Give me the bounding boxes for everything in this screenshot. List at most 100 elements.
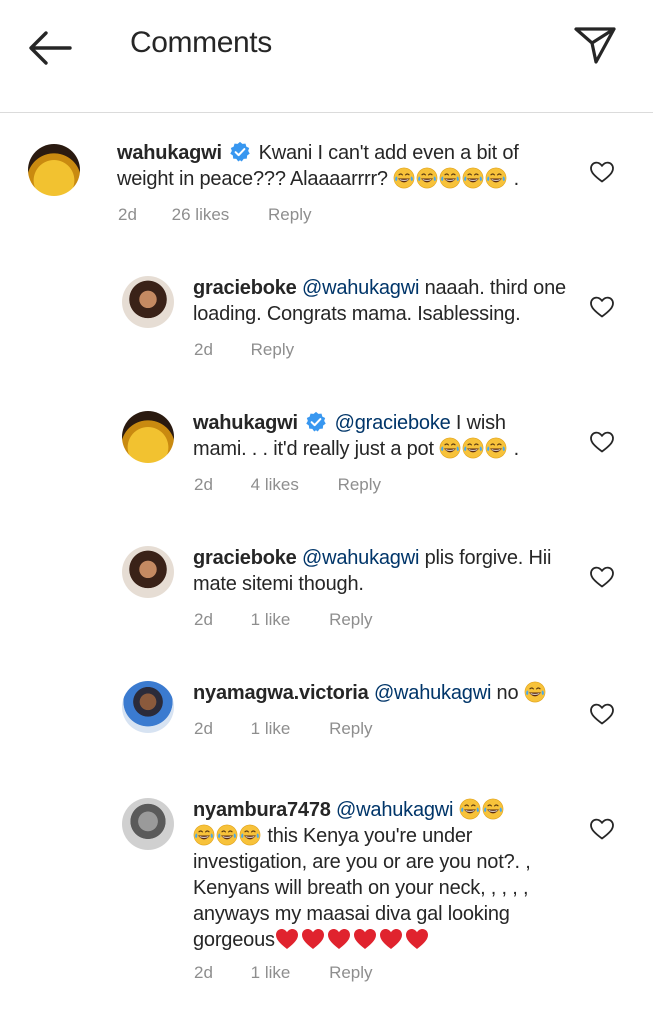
comment-text: nyambura7478 @wahukagwi this Kenya you'r… <box>193 797 583 953</box>
joy-emoji-icon <box>239 824 261 846</box>
comment-likes[interactable]: 1 like <box>251 610 291 630</box>
reply-item: nyambura7478 @wahukagwi this Kenya you'r… <box>0 787 653 997</box>
comment-meta: 2d 26 likes Reply <box>118 205 312 225</box>
joy-emoji-icon <box>524 681 546 703</box>
red-heart-icon <box>405 928 429 950</box>
avatar[interactable] <box>28 144 80 196</box>
comment-body: mate sitemi though. <box>193 573 364 595</box>
comment-likes[interactable]: 1 like <box>251 963 291 983</box>
mention-link[interactable]: @gracieboke <box>335 412 451 434</box>
red-heart-icon <box>275 928 299 950</box>
comment-meta: 2d 1 like Reply <box>194 719 373 739</box>
joy-emoji-icon <box>439 167 461 189</box>
back-button[interactable] <box>26 28 74 68</box>
share-button[interactable] <box>572 24 618 66</box>
joy-emoji-icon <box>416 167 438 189</box>
joy-emoji-icon <box>193 824 215 846</box>
comment-body-tail: . <box>513 438 520 460</box>
comment-body: loading. Congrats mama. Isablessing. <box>193 303 521 325</box>
reply-item: nyamagwa.victoria @wahukagwi no 2d 1 lik… <box>0 670 653 760</box>
comment-username[interactable]: wahukagwi <box>193 412 298 434</box>
comment-body: weight in peace??? Alaaaarrrr? <box>117 168 388 190</box>
comment-body: this Kenya you're under <box>267 825 473 847</box>
mention-link[interactable]: @wahukagwi <box>374 682 491 704</box>
comment-meta: 2d 1 like Reply <box>194 610 373 630</box>
comment-likes[interactable]: 4 likes <box>251 475 299 495</box>
like-heart-icon[interactable] <box>589 702 615 726</box>
page-title: Comments <box>130 26 272 59</box>
verified-badge-icon <box>229 141 251 163</box>
joy-emoji-icon <box>462 437 484 459</box>
comment-body: anyways my maasai diva gal looking <box>193 903 510 925</box>
like-heart-icon[interactable] <box>589 817 615 841</box>
reply-button[interactable]: Reply <box>329 719 372 739</box>
comment-time: 2d <box>194 475 213 494</box>
mention-link[interactable]: @wahukagwi <box>302 547 419 569</box>
red-heart-icon <box>353 928 377 950</box>
comment-username[interactable]: gracieboke <box>193 277 297 299</box>
joy-emoji-icon <box>459 798 481 820</box>
comment-likes[interactable]: 26 likes <box>172 205 230 225</box>
comment-body: Kenyans will breath on your neck, , , , … <box>193 877 529 899</box>
joy-emoji-icon <box>485 167 507 189</box>
comment-username[interactable]: gracieboke <box>193 547 297 569</box>
avatar[interactable] <box>122 798 174 850</box>
comment-text: wahukagwi @gracieboke I wish mami. . . i… <box>193 410 573 462</box>
reply-button[interactable]: Reply <box>268 205 311 225</box>
comment-body: naaah. third one <box>424 277 567 299</box>
joy-emoji-icon <box>393 167 415 189</box>
reply-item: gracieboke @wahukagwi naaah. third one l… <box>0 265 653 375</box>
avatar[interactable] <box>122 681 174 733</box>
red-heart-icon <box>301 928 325 950</box>
comment-body: no <box>496 682 519 704</box>
comment-likes[interactable]: 1 like <box>251 719 291 739</box>
comment-body: gorgeous <box>193 929 275 951</box>
comment-meta: 2d Reply <box>194 340 294 360</box>
comment-item: wahukagwi Kwani I can't add even a bit o… <box>0 130 653 240</box>
comment-body: I wish <box>455 412 506 434</box>
mention-link[interactable]: @wahukagwi <box>302 277 419 299</box>
comment-body: mami. . . it'd really just a pot <box>193 438 434 460</box>
joy-emoji-icon <box>482 798 504 820</box>
comment-meta: 2d 4 likes Reply <box>194 475 381 495</box>
red-heart-icon <box>379 928 403 950</box>
reply-item: wahukagwi @gracieboke I wish mami. . . i… <box>0 400 653 510</box>
verified-badge-icon <box>305 411 327 433</box>
like-heart-icon[interactable] <box>589 565 615 589</box>
avatar[interactable] <box>122 546 174 598</box>
like-heart-icon[interactable] <box>589 160 615 184</box>
joy-emoji-icon <box>216 824 238 846</box>
mention-link[interactable]: @wahukagwi <box>336 799 453 821</box>
joy-emoji-icon <box>485 437 507 459</box>
comment-body: investigation, are you or are you not?. … <box>193 851 531 873</box>
comment-text: gracieboke @wahukagwi naaah. third one l… <box>193 275 573 327</box>
comment-time: 2d <box>194 963 213 982</box>
reply-button[interactable]: Reply <box>251 340 294 360</box>
red-heart-icon <box>327 928 351 950</box>
comment-meta: 2d 1 like Reply <box>194 963 373 983</box>
header-bar: Comments <box>0 0 653 113</box>
avatar[interactable] <box>122 276 174 328</box>
like-heart-icon[interactable] <box>589 295 615 319</box>
comment-time: 2d <box>194 719 213 738</box>
comment-time: 2d <box>194 340 213 359</box>
comment-body: Kwani I can't add even a bit of <box>258 142 519 164</box>
avatar[interactable] <box>122 411 174 463</box>
reply-item: gracieboke @wahukagwi plis forgive. Hii … <box>0 535 653 645</box>
reply-button[interactable]: Reply <box>329 610 372 630</box>
comment-body: plis forgive. Hii <box>424 547 552 569</box>
comment-username[interactable]: nyamagwa.victoria <box>193 682 369 704</box>
comment-text: nyamagwa.victoria @wahukagwi no <box>193 680 593 706</box>
reply-button[interactable]: Reply <box>338 475 381 495</box>
joy-emoji-icon <box>462 167 484 189</box>
comment-username[interactable]: nyambura7478 <box>193 799 331 821</box>
comment-text: gracieboke @wahukagwi plis forgive. Hii … <box>193 545 573 597</box>
joy-emoji-icon <box>439 437 461 459</box>
comment-text: wahukagwi Kwani I can't add even a bit o… <box>117 140 557 192</box>
comment-username[interactable]: wahukagwi <box>117 142 222 164</box>
paper-plane-icon <box>574 27 616 64</box>
reply-button[interactable]: Reply <box>329 963 372 983</box>
like-heart-icon[interactable] <box>589 430 615 454</box>
comment-body-tail: . <box>513 168 520 190</box>
comment-time: 2d <box>194 610 213 629</box>
